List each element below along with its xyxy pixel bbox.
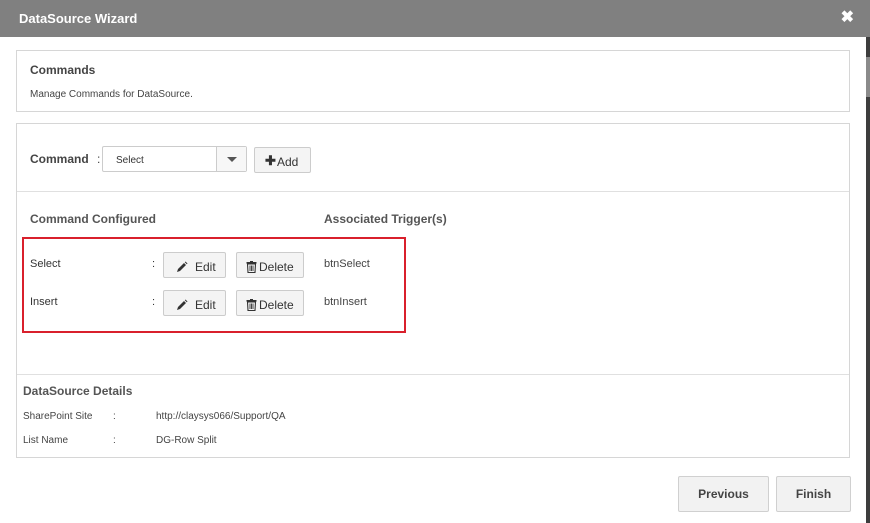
- chevron-down-icon: [227, 157, 237, 162]
- command-config-panel: Command : Select ✚ Add Command Configure…: [16, 123, 850, 458]
- command-name: Insert: [30, 296, 58, 308]
- field-label: List Name: [23, 435, 69, 446]
- dialog-body: Commands Manage Commands for DataSource.…: [0, 37, 866, 523]
- section-divider: [17, 374, 849, 375]
- field-colon: :: [113, 411, 116, 422]
- edit-label: Edit: [195, 298, 216, 312]
- delete-button[interactable]: Delete: [236, 290, 304, 316]
- row-colon: :: [152, 296, 156, 308]
- scrollbar[interactable]: [866, 37, 870, 523]
- command-name: Select: [30, 258, 61, 270]
- associated-triggers-header: Associated Trigger(s): [324, 212, 447, 226]
- dialog-titlebar: DataSource Wizard ✖: [0, 0, 870, 37]
- add-command-button[interactable]: ✚ Add: [254, 147, 311, 173]
- commands-description: Manage Commands for DataSource.: [30, 89, 193, 100]
- edit-button[interactable]: Edit: [163, 290, 226, 316]
- dialog-title: DataSource Wizard: [19, 11, 138, 26]
- delete-label: Delete: [259, 260, 294, 274]
- trigger-name: btnSelect: [324, 258, 370, 270]
- datasource-details-heading: DataSource Details: [23, 384, 133, 398]
- commands-heading: Commands: [30, 63, 96, 77]
- command-colon: :: [97, 152, 101, 166]
- commands-panel: Commands Manage Commands for DataSource.: [16, 50, 850, 112]
- command-select[interactable]: Select: [102, 146, 247, 172]
- field-label: SharePoint Site: [23, 411, 93, 422]
- plus-icon: ✚: [265, 153, 276, 168]
- row-colon: :: [152, 258, 156, 270]
- delete-label: Delete: [259, 298, 294, 312]
- command-label: Command: [30, 152, 89, 166]
- edit-button[interactable]: Edit: [163, 252, 226, 278]
- field-colon: :: [113, 435, 116, 446]
- list-name-value: DG-Row Split: [156, 435, 217, 446]
- pencil-icon: [176, 298, 188, 316]
- dropdown-toggle[interactable]: [216, 147, 246, 171]
- delete-button[interactable]: Delete: [236, 252, 304, 278]
- pencil-icon: [176, 260, 188, 278]
- scrollbar-thumb[interactable]: [866, 57, 870, 97]
- command-select-value: Select: [116, 155, 144, 166]
- close-icon[interactable]: ✖: [841, 9, 854, 27]
- edit-label: Edit: [195, 260, 216, 274]
- add-command-label: Add: [277, 155, 299, 169]
- trash-icon: [246, 260, 257, 278]
- sharepoint-site-value: http://claysys066/Support/QA: [156, 411, 286, 422]
- section-divider: [17, 191, 849, 192]
- trash-icon: [246, 298, 257, 316]
- command-configured-header: Command Configured: [30, 212, 156, 226]
- previous-button[interactable]: Previous: [678, 476, 769, 512]
- trigger-name: btnInsert: [324, 296, 367, 308]
- finish-button[interactable]: Finish: [776, 476, 851, 512]
